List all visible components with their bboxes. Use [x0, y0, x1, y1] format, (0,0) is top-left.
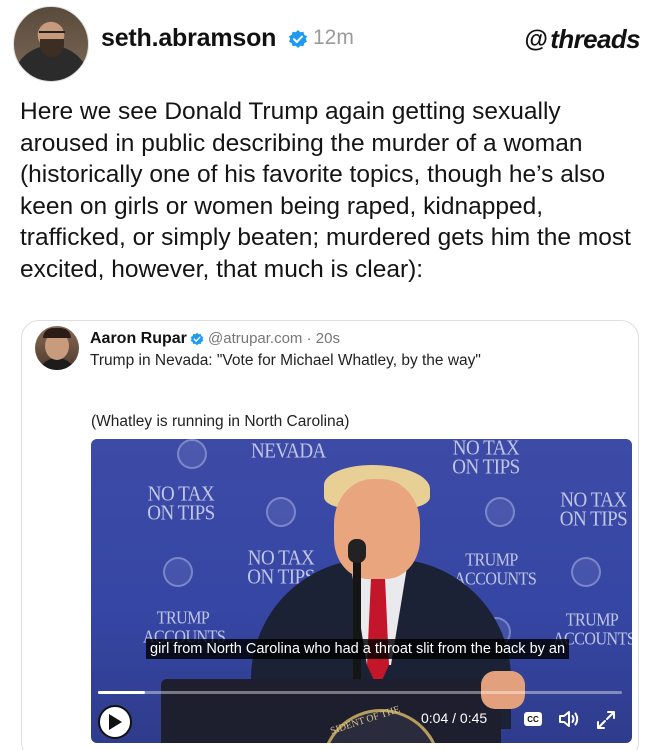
post-time: 12m	[313, 26, 354, 49]
avatar-beard	[40, 39, 64, 57]
quoted-author-handle[interactable]: @atrupar.com · 20s	[208, 330, 340, 347]
backdrop-seal	[177, 439, 207, 469]
video-progress-bar[interactable]	[98, 691, 622, 694]
backdrop-seal	[485, 497, 515, 527]
video-player[interactable]: NEVADA NO TAX ON TIPS NO TAX ON TIPS NO …	[91, 439, 632, 743]
microphone-icon	[348, 539, 366, 563]
backdrop-text-trump-accounts-center: TRUMP ACCOUNTS	[454, 551, 537, 589]
threads-logo: @ threads	[524, 24, 640, 55]
avatar-glasses	[39, 31, 65, 37]
author-avatar[interactable]	[13, 6, 89, 82]
fullscreen-icon[interactable]	[595, 709, 617, 731]
cc-icon[interactable]: CC	[524, 712, 542, 726]
backdrop-text-no-tax-left: NO TAX ON TIPS	[147, 483, 215, 525]
quoted-author-avatar[interactable]	[35, 326, 79, 370]
author-username[interactable]: seth.abramson	[101, 24, 276, 53]
backdrop-seal	[163, 557, 193, 587]
video-progress-fill	[98, 691, 146, 694]
quoted-post-card[interactable]: Aaron Rupar @atrupar.com · 20s Trump in …	[21, 320, 639, 750]
post-header: seth.abramson 12m @ threads	[0, 0, 660, 90]
quoted-verified-badge-icon	[190, 332, 204, 346]
post-body-text: Here we see Donald Trump again getting s…	[20, 98, 631, 283]
threads-at-icon: @	[524, 25, 548, 53]
backdrop-text-nevada: NEVADA	[251, 439, 326, 464]
backdrop-text-no-tax-right: NO TAX ON TIPS	[559, 489, 628, 531]
volume-icon[interactable]	[557, 707, 581, 731]
threads-wordmark: threads	[550, 24, 640, 54]
avatar-hair	[43, 328, 71, 338]
speaker-hand	[481, 671, 525, 709]
backdrop-seal	[266, 497, 296, 527]
quoted-post-text-line1: Trump in Nevada: "Vote for Michael Whatl…	[90, 352, 481, 369]
play-button[interactable]	[98, 705, 132, 739]
backdrop-seal	[571, 557, 601, 587]
verified-badge-icon	[289, 30, 307, 48]
backdrop-text-no-tax-top: NO TAX ON TIPS	[452, 439, 520, 479]
video-caption: girl from North Carolina who had a throa…	[146, 639, 570, 659]
video-time-readout: 0:04 / 0:45	[421, 710, 488, 726]
quoted-post-text-line2: (Whatley is running in North Carolina)	[91, 413, 350, 430]
play-icon	[109, 714, 122, 730]
speaker-head	[334, 479, 420, 579]
quoted-author-name[interactable]: Aaron Rupar	[90, 330, 187, 348]
